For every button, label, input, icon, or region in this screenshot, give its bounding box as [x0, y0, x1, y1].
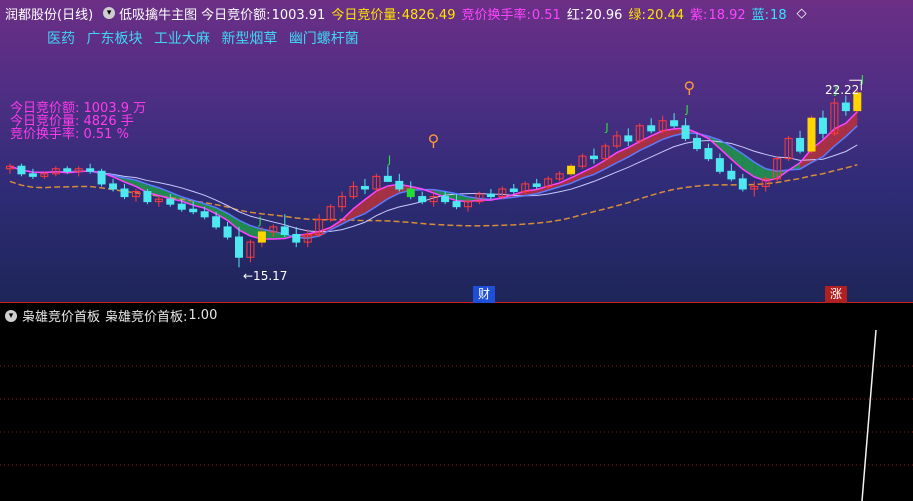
candle-body	[166, 198, 175, 205]
candle-body	[360, 185, 369, 190]
candle-body	[589, 155, 598, 160]
header-value-label: 竞价换手率:	[461, 7, 531, 23]
ma-ribbon	[845, 111, 858, 137]
header-value-label: 今日竞价量:	[331, 7, 401, 23]
header-value: 0.51	[531, 7, 561, 23]
header-value: 1003.91	[271, 7, 326, 23]
j-marker: J	[257, 214, 261, 227]
sector-tag[interactable]: 广东板块	[86, 31, 142, 47]
sector-tag[interactable]: 工业大麻	[154, 31, 210, 47]
buy-signal-icon: ⚲	[428, 131, 440, 150]
sub-menu-icon[interactable]: ▾	[5, 309, 17, 322]
candle-body	[406, 188, 415, 198]
header-value-label: 红:	[566, 7, 585, 23]
sub-header: ▾ 枭雄竞价首板 枭雄竞价首板: 1.00	[0, 306, 222, 325]
j-marker: J	[604, 121, 608, 134]
candle-body	[212, 216, 221, 228]
candle-body	[200, 211, 209, 218]
candle-body	[624, 135, 633, 142]
candle-body	[452, 201, 461, 208]
candle-body	[109, 183, 118, 190]
candle-body	[818, 117, 827, 134]
panel-divider[interactable]	[0, 302, 913, 303]
j-marker: J	[860, 73, 864, 86]
candle-body	[796, 137, 805, 152]
finance-badge[interactable]: 财	[473, 286, 495, 303]
sector-tag[interactable]: 新型烟草	[221, 31, 277, 47]
sector-tag[interactable]: 幽门螺杆菌	[289, 31, 359, 47]
candle-body	[86, 168, 95, 172]
candle-body	[395, 180, 404, 190]
header-value: 20.44	[646, 7, 685, 23]
low-price-label: ←15.17	[243, 269, 287, 283]
candle-body	[670, 120, 679, 127]
candle-body	[807, 117, 816, 152]
candle-body	[693, 137, 701, 150]
candle-body	[223, 226, 232, 238]
header-values: 今日竞价额:1003.91 今日竞价量:4826.49 竞价换手率:0.51 红:20…	[201, 4, 792, 23]
header-value-label: 紫:	[690, 7, 708, 23]
candle-body	[28, 173, 37, 177]
scroll-right-icon[interactable]: ◇	[797, 6, 807, 21]
candle-body	[681, 125, 690, 139]
header-value: 18	[770, 7, 787, 23]
indicator-name: 低吸擒牛主图	[119, 7, 198, 23]
j-marker: J	[685, 103, 689, 116]
candle-body	[841, 102, 850, 112]
sector-tags: 医药 广东板块 工业大麻 新型烟草 幽门螺杆菌	[47, 28, 366, 48]
stock-name: 润都股份(日线)	[5, 7, 94, 23]
sub-signal-line	[861, 329, 877, 501]
candle-body	[257, 231, 266, 243]
candle-body	[97, 170, 106, 185]
sub-indicator-chart	[0, 329, 913, 501]
candle-body	[532, 183, 541, 187]
j-marker: J	[387, 154, 391, 167]
indicator-menu-icon[interactable]: ▾	[103, 7, 116, 19]
candle-body	[418, 196, 427, 203]
header-value: 20.96	[585, 7, 623, 23]
candle-body	[704, 148, 713, 160]
candle-body	[143, 191, 152, 203]
candle-body	[441, 196, 450, 203]
candle-body	[486, 193, 495, 198]
candle-body	[509, 188, 518, 193]
candle-body	[63, 168, 72, 172]
candle-body	[17, 165, 26, 175]
candle-body	[727, 170, 736, 180]
header-value-label: 绿:	[628, 7, 646, 23]
candle-body	[383, 175, 392, 182]
auction-turnover-label: 竞价换手率: 0.51 %	[10, 127, 129, 142]
sub-indicator-title: 枭雄竞价首板	[22, 310, 101, 325]
sub-series-label: 枭雄竞价首板:	[105, 310, 188, 325]
candle-body	[177, 203, 186, 210]
header-value: 4826.49	[401, 7, 456, 23]
candle-body	[738, 178, 747, 190]
header-value-label: 蓝:	[751, 7, 770, 23]
candle-body	[292, 233, 301, 243]
candle-body	[120, 188, 129, 198]
candle-body	[235, 236, 243, 258]
candle-body	[715, 158, 724, 172]
candle-body	[280, 226, 289, 235]
sector-tag[interactable]: 医药	[47, 31, 75, 47]
header-value: 18.92	[708, 7, 746, 23]
sub-indicator-panel[interactable]: ▾ 枭雄竞价首板 枭雄竞价首板: 1.00	[0, 304, 913, 501]
main-chart-panel[interactable]: J J J J J J ⚲ ⚲ ←15.17 22.22 润都股份(日线) ▾ 低吸擒牛主图 今日…	[0, 0, 913, 303]
buy-signal-icon: ⚲	[684, 78, 696, 97]
chart-header: 润都股份(日线) ▾ 低吸擒牛主图 今日竞价额:1003.91 今日竞价量:482…	[0, 3, 811, 23]
candle-body	[567, 165, 576, 175]
sub-series-value: 1.00	[188, 308, 218, 323]
high-price-label: 22.22	[825, 83, 859, 97]
limit-up-badge[interactable]: 涨	[825, 286, 847, 303]
candle-body	[189, 208, 198, 213]
header-value-label: 今日竞价额:	[201, 7, 271, 23]
candle-body	[647, 125, 656, 132]
